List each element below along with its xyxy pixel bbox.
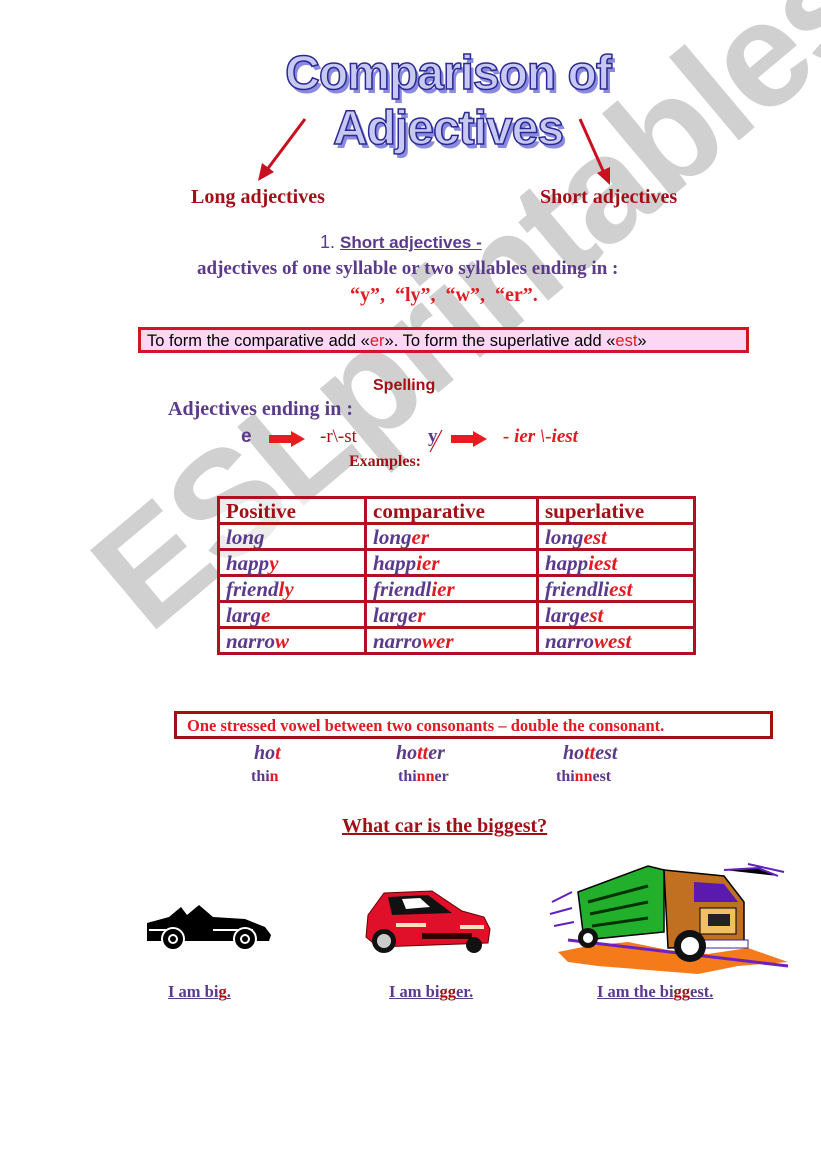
header-superlative: superlative (536, 496, 696, 525)
arrow-down-right-icon (578, 118, 610, 185)
header-positive: Positive (217, 496, 367, 525)
example-thinnest: thinnest (556, 768, 612, 785)
cell-superlative: largest (536, 600, 696, 629)
cell-superlative: happiest (536, 548, 696, 577)
branch-long-adjectives: Long adjectives (191, 186, 325, 208)
rule-text: » (637, 332, 647, 350)
table-row: large larger largest (217, 600, 696, 629)
example-thinner: thinner (398, 768, 449, 785)
table-header-row: Positive comparative superlative (217, 496, 696, 525)
section-number: 1. (320, 232, 336, 252)
cell-positive: long (217, 522, 367, 551)
cell-positive: large (217, 600, 367, 629)
suffix-er: er (369, 332, 385, 350)
rule-text: To form the comparative add « (147, 332, 370, 350)
arrow-down-left-icon (258, 118, 307, 181)
ending-letter-e: e (241, 426, 252, 447)
cell-comparative: narrower (364, 626, 539, 655)
cell-comparative: happier (364, 548, 539, 577)
arrow-right-icon (451, 431, 487, 447)
table-row: happy happier happiest (217, 548, 696, 577)
cell-superlative: narrowest (536, 626, 696, 655)
rule-text: ». To form the superlative add « (384, 332, 616, 350)
caption-big: I am big. (168, 982, 231, 1001)
comparison-table: Positive comparative superlative long lo… (217, 496, 696, 655)
cell-comparative: friendlier (364, 574, 539, 603)
truck-icon (549, 863, 789, 974)
arrow-right-icon (269, 431, 305, 447)
definition-text: adjectives of one syllable or two syllab… (197, 258, 619, 279)
double-consonant-rule-box: One stressed vowel between two consonant… (174, 711, 773, 739)
cell-positive: friendly (217, 574, 367, 603)
comparative-rule-box: To form the comparative add «er». To for… (138, 327, 749, 353)
ending-y-result: - ier \-iest (503, 426, 578, 447)
table-row: friendly friendlier friendliest (217, 574, 696, 603)
suffix-est: est (615, 332, 638, 350)
convertible-car-icon (147, 905, 271, 951)
examples-label: Examples: (349, 453, 421, 470)
ending-intro: Adjectives ending in : (168, 398, 353, 420)
red-car-icon (365, 890, 491, 953)
ending-e-result: -r\-st (320, 426, 357, 447)
strike-icon (429, 429, 443, 453)
cell-comparative: longer (364, 522, 539, 551)
cell-superlative: longest (536, 522, 696, 551)
header-comparative: comparative (364, 496, 539, 525)
cell-superlative: friendliest (536, 574, 696, 603)
section-title: Short adjectives - (340, 233, 482, 252)
example-thin: thin (251, 768, 279, 785)
cell-positive: narrow (217, 626, 367, 655)
caption-bigger: I am bigger. (389, 982, 474, 1001)
example-hotter: hotter (396, 742, 445, 764)
spelling-heading: Spelling (373, 377, 436, 394)
caption-biggest: I am the biggest. (597, 982, 714, 1001)
section-heading: 1. Short adjectives - (320, 232, 482, 253)
cell-comparative: larger (364, 600, 539, 629)
table-row: long longer longest (217, 522, 696, 551)
branch-short-adjectives: Short adjectives (540, 186, 678, 208)
example-hot: hot (254, 742, 281, 764)
cell-positive: happy (217, 548, 367, 577)
example-hottest: hottest (563, 742, 618, 764)
question-heading: What car is the biggest? (342, 815, 548, 837)
table-row: narrow narrower narrowest (217, 626, 696, 655)
definition-endings: “y”, “ly”, “w”, “er”. (350, 284, 538, 306)
